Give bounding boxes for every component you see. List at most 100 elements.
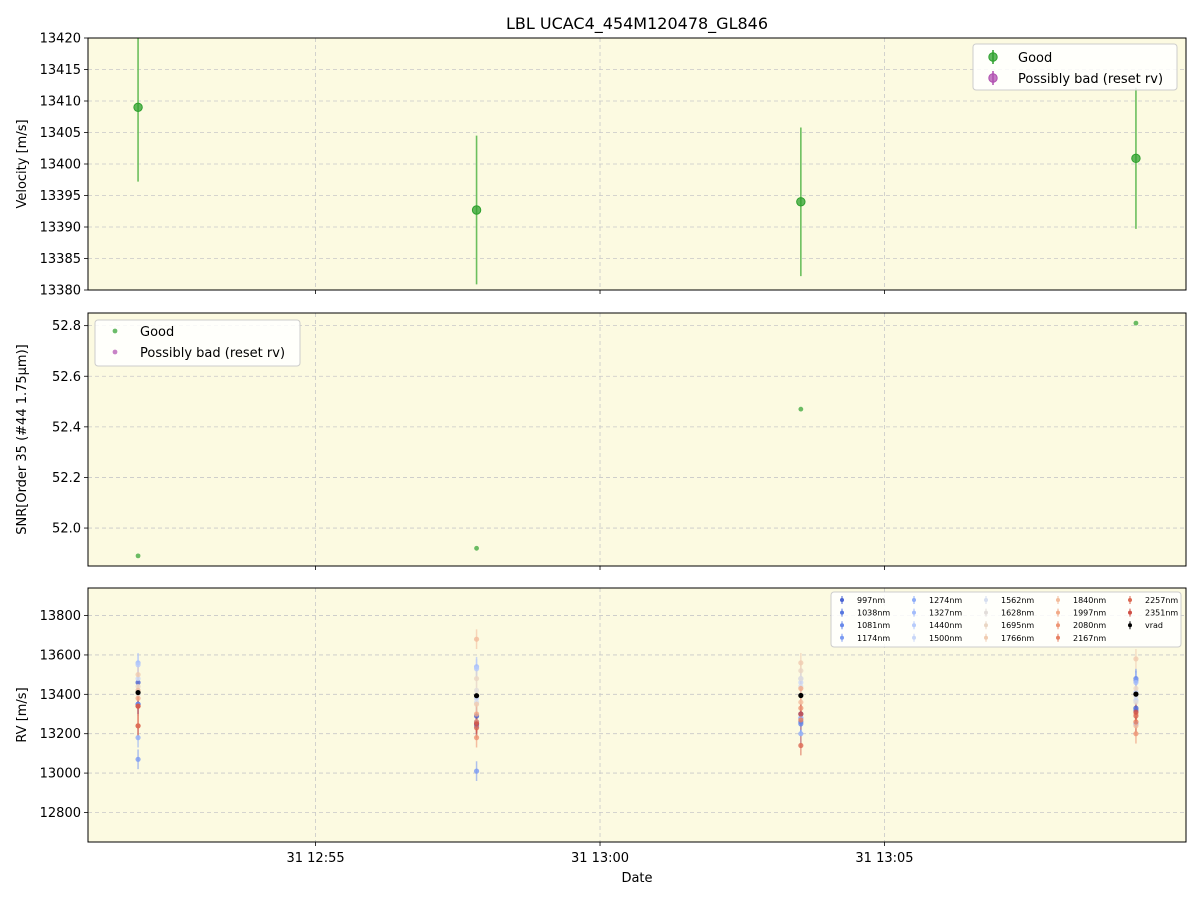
rv-order-point	[798, 705, 804, 711]
figure: LBL UCAC4_454M120478_GL846 1338013385133…	[0, 0, 1200, 900]
snr-point	[1133, 320, 1139, 326]
rv-order-point	[1133, 731, 1139, 737]
velocity-point	[471, 205, 482, 215]
legend-marker	[1056, 610, 1060, 615]
legend-marker	[912, 635, 916, 640]
legend-label: 2351nm	[1145, 609, 1178, 618]
rv-order-point	[135, 756, 141, 762]
y-tick-label: 52.8	[52, 319, 81, 334]
velocity-point	[133, 102, 143, 113]
legend-label: 1327nm	[929, 609, 962, 618]
y-tick-label: 52.2	[52, 471, 81, 486]
legend-marker	[912, 598, 916, 602]
y-tick-label: 13200	[40, 727, 81, 742]
legend-label: 1997nm	[1073, 609, 1106, 618]
snr-panel: 52.0 52.2 52.4 52.6 52.8 SNR[Order 35 (#44 1.…	[15, 312, 1187, 570]
y-tick-label: 13415	[40, 63, 81, 78]
y-tick-label: 13395	[40, 189, 81, 204]
legend-marker	[984, 635, 988, 640]
legend-marker	[984, 623, 988, 628]
rv-order-point	[473, 701, 480, 707]
velocity-panel: 13380 13385 13390 13395 13400 13405 13410 13415…	[15, 32, 1187, 299]
snr-point	[798, 406, 804, 412]
rv-order-point	[1133, 699, 1139, 705]
y-tick-label: 13400	[40, 688, 81, 703]
legend-marker	[840, 610, 844, 615]
snr-point	[135, 553, 141, 559]
vrad-point	[473, 693, 480, 699]
legend-label: 1695nm	[1001, 621, 1034, 630]
velocity-point	[796, 197, 806, 207]
legend-marker	[1056, 623, 1060, 628]
rv-order-point	[798, 742, 804, 749]
y-tick-label: 13390	[40, 221, 81, 236]
rv-order-point	[473, 675, 480, 682]
rv-order-point	[1133, 679, 1139, 686]
snr-point	[474, 545, 479, 551]
legend-label: 2167nm	[1073, 634, 1106, 643]
rv-order-point	[798, 660, 804, 666]
rv-order-point	[473, 666, 480, 672]
legend-marker	[840, 598, 844, 602]
rv-order-point	[1133, 709, 1139, 715]
rv-order-point	[135, 723, 141, 729]
y-tick-label: 13405	[40, 126, 81, 141]
legend-label: 1766nm	[1001, 634, 1034, 643]
rv-order-point	[473, 768, 480, 774]
legend-label: 1840nm	[1073, 596, 1106, 605]
y-tick-label: 52.0	[52, 522, 81, 537]
legend-label: Good	[1018, 51, 1052, 66]
legend-marker	[1128, 623, 1132, 628]
rv-order-point	[473, 687, 480, 693]
rv-order-point	[798, 731, 804, 737]
legend-marker	[840, 623, 844, 628]
legend-label: 2257nm	[1145, 596, 1178, 605]
x-tick-label: 31 13:05	[855, 851, 913, 866]
x-tick-label: 31 13:00	[571, 851, 629, 866]
y-tick-label: 13380	[40, 284, 81, 299]
y-tick-label: 13385	[40, 252, 81, 267]
vrad-point	[1133, 691, 1139, 697]
vrad-point	[135, 689, 141, 696]
rv-order-point	[473, 735, 480, 741]
y-tick-label: 52.6	[52, 370, 81, 385]
legend-marker	[912, 623, 916, 628]
legend-label: 1628nm	[1001, 609, 1034, 618]
velocity-point	[1131, 153, 1141, 164]
legend-marker	[112, 349, 118, 355]
rv-order-point	[798, 675, 804, 682]
y-axis-label: SNR[Order 35 (#44 1.75μm)]	[15, 344, 30, 535]
rv-order-point	[1133, 656, 1139, 662]
y-tick-label: 13410	[40, 95, 81, 110]
rv-order-point	[473, 711, 480, 717]
y-tick-label: 52.4	[52, 420, 81, 435]
rv-order-point	[135, 703, 141, 709]
x-tick-label: 31 12:55	[286, 851, 344, 866]
legend-label: 2080nm	[1073, 621, 1106, 630]
legend-label: 1562nm	[1001, 596, 1034, 605]
rv-order-point	[798, 685, 804, 692]
rv-order-point	[135, 695, 141, 701]
legend-marker	[1056, 635, 1060, 640]
rv-order-point	[1133, 685, 1139, 692]
legend-label: 1500nm	[929, 634, 962, 643]
legend-marker	[984, 598, 988, 602]
legend-label: 1174nm	[857, 634, 890, 643]
vrad-point	[798, 692, 804, 699]
rv-order-point	[473, 721, 480, 727]
rv-order-point	[135, 735, 141, 741]
legend-label: Possibly bad (reset rv)	[140, 346, 285, 361]
legend-marker	[984, 610, 988, 615]
y-tick-label: 12800	[40, 806, 81, 821]
legend-label: 1274nm	[929, 596, 962, 605]
rv-order-point	[798, 668, 804, 674]
legend-label: vrad	[1145, 621, 1163, 630]
legend-marker	[912, 610, 916, 615]
y-tick-label: 13400	[40, 158, 81, 173]
legend-marker	[1056, 598, 1060, 602]
rv-order-point	[798, 699, 804, 705]
legend-marker	[988, 52, 998, 62]
rv-order-point	[798, 717, 804, 723]
legend-label: 1038nm	[857, 609, 890, 618]
y-tick-label: 13800	[40, 609, 81, 624]
